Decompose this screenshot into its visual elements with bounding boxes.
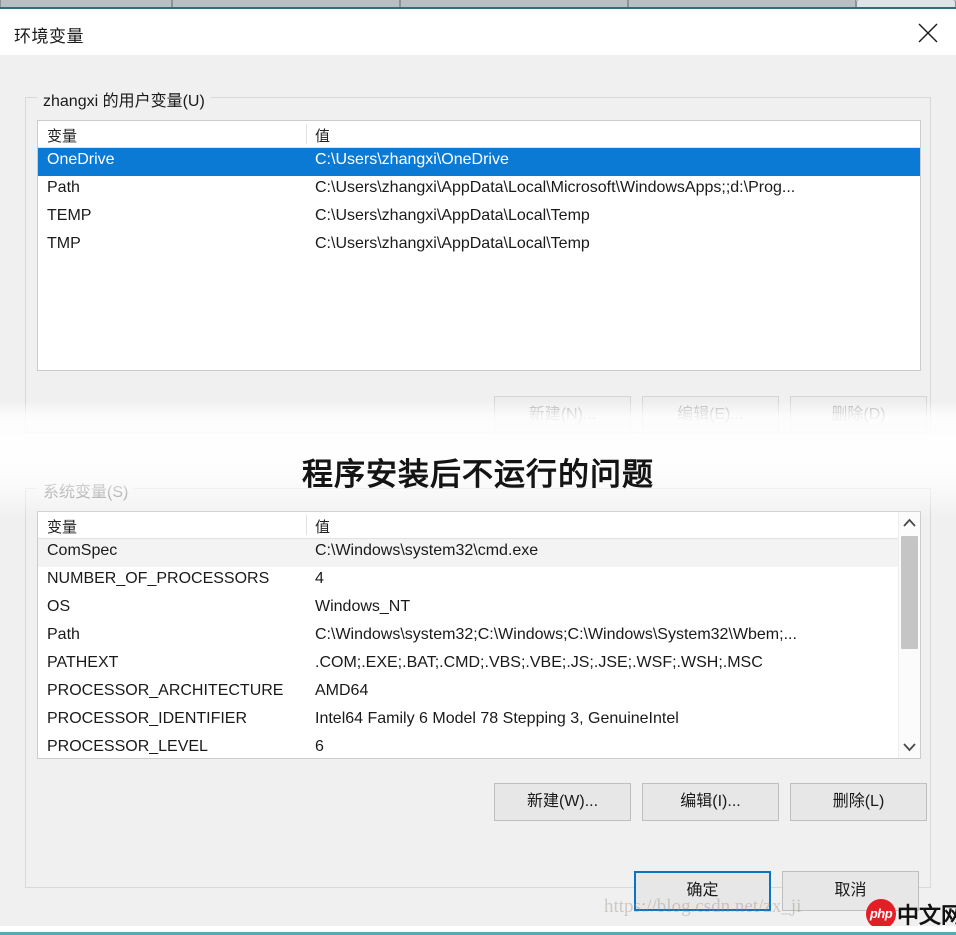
scrollbar-thumb[interactable] <box>901 536 918 649</box>
dialog-body: zhangxi 的用户变量(U) 变量 值 OneDrive C:\Users\… <box>0 55 956 935</box>
table-row[interactable]: PROCESSOR_LEVEL 6 <box>38 735 920 758</box>
window-title: 环境变量 <box>14 27 84 46</box>
table-row[interactable]: PROCESSOR_IDENTIFIER Intel64 Family 6 Mo… <box>38 707 920 735</box>
variable-name: PROCESSOR_LEVEL <box>47 738 208 755</box>
table-row[interactable]: ComSpec C:\Windows\system32\cmd.exe <box>38 539 920 567</box>
system-column-variable[interactable]: 变量 <box>47 516 77 537</box>
table-row[interactable]: PROCESSOR_ARCHITECTURE AMD64 <box>38 679 920 707</box>
system-variables-legend: 系统变量(S) <box>37 478 135 502</box>
chevron-down-icon <box>903 743 916 752</box>
variable-name: PATHEXT <box>47 654 119 671</box>
system-list-scrollbar[interactable] <box>898 512 920 758</box>
close-button[interactable] <box>900 9 956 55</box>
variable-value: C:\Users\zhangxi\AppData\Local\Temp <box>315 235 590 252</box>
variable-name: PROCESSOR_ARCHITECTURE <box>47 682 284 699</box>
variable-name: OS <box>47 598 71 615</box>
variable-name: Path <box>47 626 80 643</box>
variable-value: C:\Users\zhangxi\OneDrive <box>315 151 509 168</box>
title-bar: 环境变量 <box>0 9 956 56</box>
variable-value: Windows_NT <box>315 598 411 615</box>
variable-value: C:\Windows\system32\cmd.exe <box>315 542 539 559</box>
variable-name: NUMBER_OF_PROCESSORS <box>47 570 270 587</box>
variable-name: TEMP <box>47 207 92 224</box>
variable-value: 6 <box>315 738 324 755</box>
variable-value: Intel64 Family 6 Model 78 Stepping 3, Ge… <box>315 710 679 727</box>
variable-value: AMD64 <box>315 682 369 699</box>
user-edit-button[interactable]: 编辑(E)... <box>642 396 779 434</box>
user-list-rows: OneDrive C:\Users\zhangxi\OneDrive Path … <box>38 148 920 260</box>
system-list-rows: ComSpec C:\Windows\system32\cmd.exe NUMB… <box>38 539 920 758</box>
variable-value: C:\Users\zhangxi\AppData\Local\Microsoft… <box>315 179 796 196</box>
user-column-value[interactable]: 值 <box>315 125 330 146</box>
system-delete-button[interactable]: 删除(L) <box>790 783 927 821</box>
system-column-value[interactable]: 值 <box>315 516 330 537</box>
user-list-header: 变量 值 <box>38 121 920 148</box>
table-row[interactable]: TEMP C:\Users\zhangxi\AppData\Local\Temp <box>38 204 920 232</box>
user-variables-legend: zhangxi 的用户变量(U) <box>37 87 211 111</box>
variable-value: 4 <box>315 570 324 587</box>
scrollbar-down-button[interactable] <box>899 736 920 758</box>
user-delete-button[interactable]: 删除(D) <box>790 396 927 434</box>
system-column-divider[interactable] <box>306 515 307 535</box>
user-variables-list[interactable]: 变量 值 OneDrive C:\Users\zhangxi\OneDrive … <box>37 120 921 371</box>
user-column-divider[interactable] <box>306 124 307 144</box>
system-variables-list[interactable]: 变量 值 ComSpec C:\Windows\system32\cmd.exe… <box>37 511 921 759</box>
variable-name: Path <box>47 179 80 196</box>
environment-variables-dialog: 环境变量 zhangxi 的用户变量(U) 变量 值 OneDrive C:\U… <box>0 0 956 935</box>
table-row[interactable]: Path C:\Windows\system32;C:\Windows;C:\W… <box>38 623 920 651</box>
table-row[interactable]: OS Windows_NT <box>38 595 920 623</box>
variable-name: ComSpec <box>47 542 118 559</box>
table-row[interactable]: NUMBER_OF_PROCESSORS 4 <box>38 567 920 595</box>
system-new-button[interactable]: 新建(W)... <box>494 783 631 821</box>
variable-value: C:\Users\zhangxi\AppData\Local\Temp <box>315 207 590 224</box>
close-icon <box>918 23 938 43</box>
cancel-button[interactable]: 取消 <box>782 871 919 911</box>
variable-name: PROCESSOR_IDENTIFIER <box>47 710 248 727</box>
user-new-button[interactable]: 新建(N)... <box>494 396 631 434</box>
table-row[interactable]: PATHEXT .COM;.EXE;.BAT;.CMD;.VBS;.VBE;.J… <box>38 651 920 679</box>
system-edit-button[interactable]: 编辑(I)... <box>642 783 779 821</box>
table-row[interactable]: TMP C:\Users\zhangxi\AppData\Local\Temp <box>38 232 920 260</box>
variable-name: OneDrive <box>47 151 115 168</box>
user-column-variable[interactable]: 变量 <box>47 125 77 146</box>
table-row[interactable]: OneDrive C:\Users\zhangxi\OneDrive <box>38 148 920 176</box>
ok-button[interactable]: 确定 <box>634 871 771 911</box>
chevron-up-icon <box>903 518 916 527</box>
variable-value: C:\Windows\system32;C:\Windows;C:\Window… <box>315 626 797 643</box>
system-list-header: 变量 值 <box>38 512 920 539</box>
scrollbar-up-button[interactable] <box>899 512 920 534</box>
browser-tab-strip <box>0 0 956 9</box>
variable-value: .COM;.EXE;.BAT;.CMD;.VBS;.VBE;.JS;.JSE;.… <box>315 654 763 671</box>
variable-name: TMP <box>47 235 81 252</box>
table-row[interactable]: Path C:\Users\zhangxi\AppData\Local\Micr… <box>38 176 920 204</box>
